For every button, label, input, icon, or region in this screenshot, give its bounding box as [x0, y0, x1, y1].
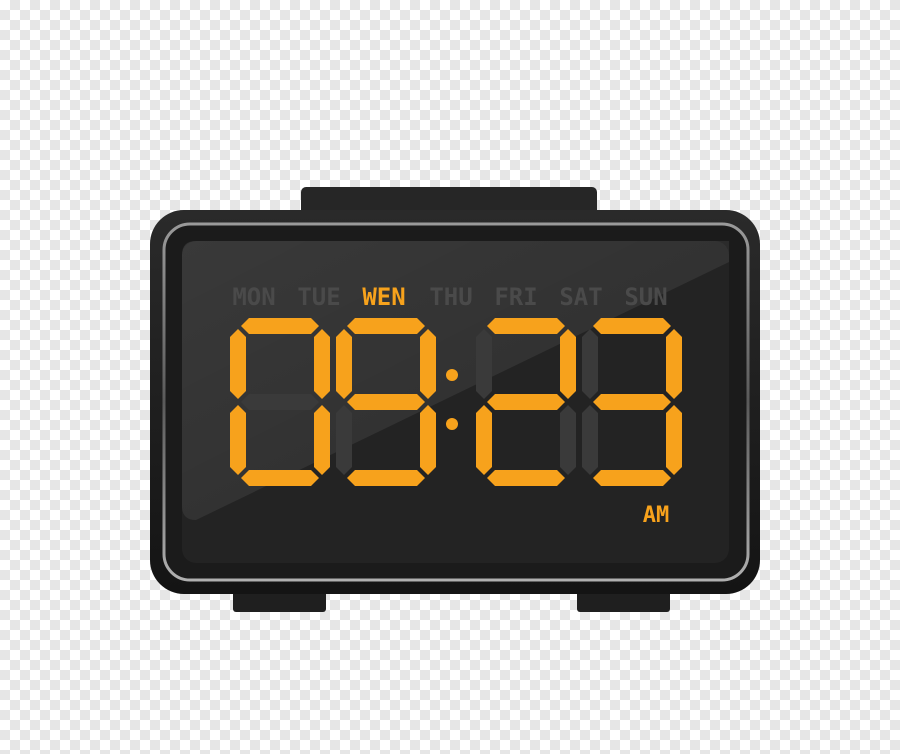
segment-g [593, 394, 671, 410]
weekday-thu: THU [429, 283, 472, 311]
segment-d [347, 470, 425, 486]
segment-g [487, 394, 565, 410]
segment-d [593, 470, 671, 486]
segment-c [420, 405, 436, 475]
weekday-wen: WEN [362, 283, 405, 311]
segment-e [476, 405, 492, 475]
segment-f [230, 329, 246, 399]
segment-f [476, 329, 492, 399]
segment-g [241, 394, 319, 410]
segment-a [241, 318, 319, 334]
segment-a [593, 318, 671, 334]
segment-f [582, 329, 598, 399]
segment-e [336, 405, 352, 475]
meridiem-label: AM [643, 503, 670, 528]
segment-b [666, 329, 682, 399]
segment-b [560, 329, 576, 399]
segment-f [336, 329, 352, 399]
weekday-sun: SUN [624, 283, 667, 311]
segment-e [230, 405, 246, 475]
segment-e [582, 405, 598, 475]
segment-a [487, 318, 565, 334]
segment-d [241, 470, 319, 486]
weekday-tue: TUE [297, 283, 340, 311]
segment-d [487, 470, 565, 486]
segment-c [314, 405, 330, 475]
segment-c [560, 405, 576, 475]
alarm-clock: MON TUE WEN THU FRI SAT SUN AM [0, 0, 900, 754]
segment-c [666, 405, 682, 475]
weekday-fri: FRI [494, 283, 537, 311]
segment-a [347, 318, 425, 334]
weekday-sat: SAT [559, 283, 602, 311]
alarm-clock-graphic: MON TUE WEN THU FRI SAT SUN AM [150, 187, 760, 612]
weekday-row: MON TUE WEN THU FRI SAT SUN [232, 283, 667, 311]
segment-b [314, 329, 330, 399]
segment-b [420, 329, 436, 399]
segment-g [347, 394, 425, 410]
weekday-mon: MON [232, 283, 275, 311]
